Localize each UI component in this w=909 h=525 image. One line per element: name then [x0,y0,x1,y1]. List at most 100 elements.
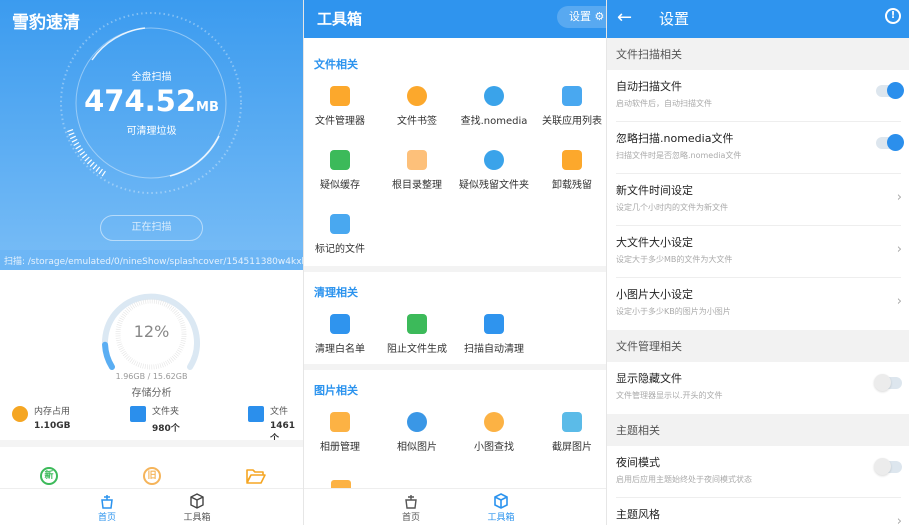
tool-item[interactable]: 文件管理器 [304,86,378,127]
nav-home-label: 首页 [401,513,420,523]
section-header: 文件扫描相关 [607,38,909,70]
setting-subtitle: 文件管理器显示以.开头的文件 [616,391,723,400]
tool-label: 卸载残留 [552,180,592,191]
scan-path: 扫描: /storage/emulated/0/nineShow/splashc… [0,250,303,270]
scanning-button[interactable]: 正在扫描 [100,215,203,241]
folder-open-icon[interactable] [246,468,266,484]
stat-text: 文件 1461个 [270,404,303,444]
junk-size-unit: MB [196,100,219,115]
nav-tools[interactable]: 工具箱 [172,493,222,523]
tool-icon [330,150,350,170]
tool-label: 根目录整理 [392,180,442,191]
setting-subtitle: 设定大于多少MB的文件为大文件 [616,255,733,264]
tool-item[interactable]: 扫描自动清理 [456,314,532,355]
tool-item[interactable]: 卸载残留 [534,150,606,191]
toggle-knob [887,134,904,151]
tool-item[interactable]: 查找.nomedia [456,86,532,127]
tool-item[interactable]: 关联应用列表 [534,86,606,127]
setting-item[interactable]: 小图片大小设定 设定小于多少KB的图片为小图片 › [607,278,909,330]
setting-item[interactable]: 夜间模式 启用后应用主题始终处于夜间模式状态 [607,446,909,498]
tool-label: 相册管理 [320,442,360,453]
setting-subtitle: 设定几个小时内的文件为新文件 [616,203,728,212]
setting-subtitle: 设定小于多少KB的图片为小图片 [616,307,731,316]
storage-percent: 12% [133,322,170,341]
tool-item[interactable]: 截屏图片 [534,412,606,453]
tool-item[interactable]: 小图查找 [456,412,532,453]
toggle-knob [874,374,891,391]
old-files-glyph: 旧 [147,471,157,481]
nav-home[interactable]: 首页 [386,493,436,523]
tool-item[interactable]: 相册管理 [304,412,378,453]
storage-analysis-title[interactable]: 存储分析 [0,384,303,399]
setting-title: 大文件大小设定 [616,236,693,249]
setting-item[interactable]: 自动扫描文件 启动软件后，自动扫描文件 [607,70,909,122]
setting-item[interactable]: 忽略扫描.nomedia文件扫描文件时是否忽略.nomedia文件 [607,122,909,174]
info-icon[interactable]: ! [885,8,901,24]
stat-item[interactable]: 文件夹 980个 [130,404,180,434]
setting-item[interactable]: 新文件时间设定设定几个小时内的文件为新文件 › [607,174,909,226]
bottom-nav: 首页 工具箱 [0,488,303,525]
stat-value: 1.10GB [34,421,71,431]
home-screen: 雪豹速清 全盘扫描 474.52MB 可清理垃圾 正在扫描 扫描: /stora… [0,0,303,525]
tool-icon [484,412,504,432]
tool-icon [484,314,504,334]
chevron-right-icon: › [896,242,902,257]
tool-label: 小图查找 [474,442,514,453]
settings-button[interactable]: 设置 ⚙ [557,6,606,28]
tool-item[interactable]: 疑似缓存 [304,150,378,191]
gear-icon: ⚙ [594,10,605,23]
tool-item[interactable]: 疑似残留文件夹 [456,150,532,191]
back-arrow-icon[interactable]: ← [617,7,632,28]
setting-item[interactable]: 显示隐藏文件 文件管理器显示以.开头的文件 [607,362,909,414]
setting-title: 新文件时间设定 [616,184,693,197]
tool-label: 关联应用列表 [542,116,602,127]
tool-icon [562,412,582,432]
junk-size-value: 474.52 [84,84,197,118]
tool-label: 阻止文件生成 [387,344,447,355]
nav-tools[interactable]: 工具箱 [476,493,526,523]
tool-item[interactable]: 标记的文件 [304,214,378,255]
nav-tools-label: 工具箱 [183,513,211,523]
tool-item[interactable]: 清理白名单 [304,314,378,355]
settings-button-label: 设置 [569,10,591,23]
box-icon [190,493,204,509]
divider [0,440,303,447]
new-files-icon[interactable]: 新 [40,467,58,485]
partial-tool-icon [331,480,351,488]
broom-icon [405,495,417,509]
setting-title: 夜间模式 [616,456,660,469]
toggle-switch[interactable] [876,82,904,99]
stat-item[interactable]: 文件 1461个 [248,404,303,444]
old-files-icon[interactable]: 旧 [143,467,161,485]
toggle-switch[interactable] [874,458,902,475]
setting-subtitle: 扫描文件时是否忽略.nomedia文件 [616,151,742,160]
toggle-switch[interactable] [876,134,904,151]
junk-size: 474.52MB [0,84,303,118]
tool-label: 标记的文件 [315,244,365,255]
section-title: 清理相关 [314,286,358,299]
tool-icon [330,86,350,106]
tool-item[interactable]: 阻止文件生成 [379,314,455,355]
nav-home[interactable]: 首页 [82,493,132,523]
setting-item[interactable]: 主题风格 › [607,498,909,525]
section-divider [304,266,606,272]
tool-item[interactable]: 文件书签 [379,86,455,127]
section-header: 主题相关 [607,414,909,446]
tool-label: 查找.nomedia [460,116,528,127]
stat-item[interactable]: 内存占用 1.10GB [12,404,70,431]
settings-screen: ← 设置 ! 文件扫描相关 自动扫描文件 启动软件后，自动扫描文件 忽略扫描.nome… [606,0,909,525]
tool-label: 文件管理器 [315,116,365,127]
toggle-switch[interactable] [874,374,902,391]
settings-header: ← 设置 ! [607,0,909,38]
storage-used: 1.96GB / 15.62GB [115,372,188,381]
stat-label: 文件夹 [152,407,180,417]
stat-label: 文件 [270,407,289,417]
setting-title: 忽略扫描.nomedia文件 [616,132,734,145]
setting-item[interactable]: 大文件大小设定设定大于多少MB的文件为大文件 › [607,226,909,278]
chevron-right-icon: › [896,190,902,205]
tool-item[interactable]: 相似图片 [379,412,455,453]
tool-item[interactable]: 根目录整理 [379,150,455,191]
tool-icon [330,314,350,334]
section-title: 文件相关 [314,58,358,71]
setting-title: 小图片大小设定 [616,288,693,301]
